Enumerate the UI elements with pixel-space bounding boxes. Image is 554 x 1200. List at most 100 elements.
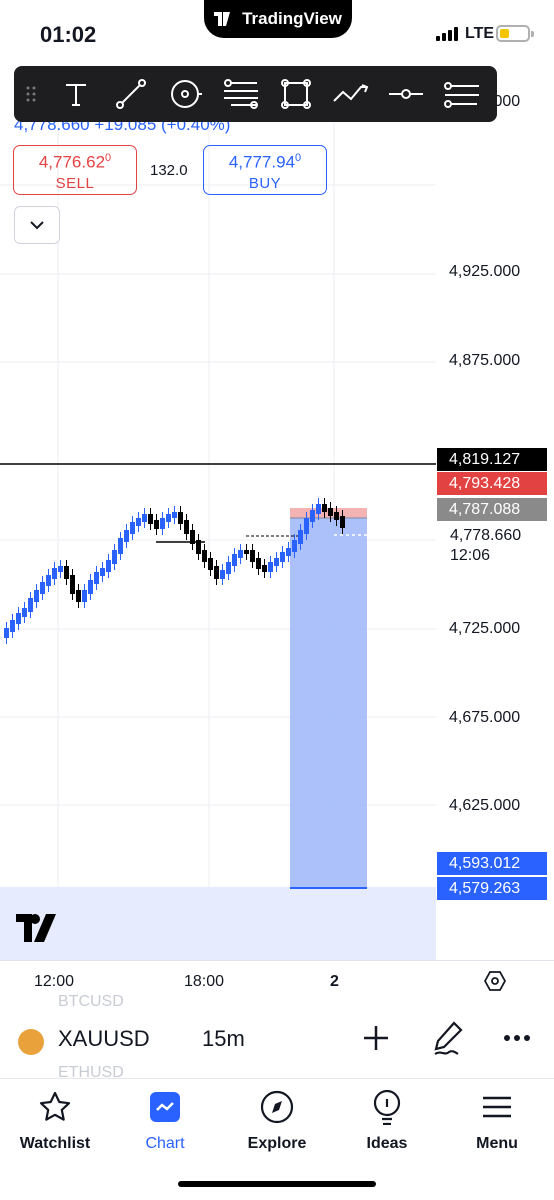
chart-icon — [150, 1092, 180, 1122]
rectangle-icon[interactable] — [268, 66, 323, 122]
signal-icon — [436, 27, 458, 41]
candle-body — [154, 520, 159, 529]
candle-body — [232, 554, 237, 566]
candle-body — [160, 518, 165, 529]
ghost-symbol: BTCUSD — [58, 993, 124, 1010]
sell-price-pip: 0 — [105, 152, 112, 164]
time-axis-label: 2 — [330, 973, 339, 990]
candle-body — [214, 566, 219, 579]
buy-price-pip: 0 — [295, 152, 302, 164]
candle-body — [328, 508, 333, 516]
candle-body — [106, 560, 111, 572]
candle-body — [340, 516, 345, 528]
candle-body — [304, 518, 309, 534]
candle-body — [310, 510, 315, 522]
drawing-pen-icon[interactable] — [432, 1020, 466, 1058]
candle-body — [250, 550, 255, 562]
candle-body — [316, 504, 321, 514]
horizontal-line-icon[interactable] — [378, 66, 433, 122]
candle-body — [292, 540, 297, 552]
candle-body — [52, 568, 57, 579]
candle-body — [16, 613, 21, 624]
candle-body — [112, 550, 117, 564]
drawing-toolbar — [14, 66, 497, 122]
lightbulb-icon — [373, 1089, 401, 1125]
tab-label: Menu — [476, 1135, 518, 1152]
sell-price: 4,776.62 — [38, 152, 106, 172]
candle-body — [46, 575, 51, 586]
candle-body — [118, 538, 123, 554]
candle-body — [142, 514, 147, 522]
sell-label: SELL — [55, 174, 95, 192]
candle-body — [130, 522, 135, 534]
candle-body — [64, 566, 69, 579]
candle-body — [190, 530, 195, 544]
countdown-label: 12:06 — [450, 547, 491, 564]
candle-body — [88, 580, 93, 594]
price-axis-label: 4,925.000 — [449, 263, 521, 280]
tab-watchlist[interactable]: Watchlist — [5, 1089, 105, 1153]
candle-body — [166, 514, 171, 522]
tab-chart[interactable]: Chart — [115, 1089, 215, 1153]
app-badge-label: TradingView — [242, 9, 342, 28]
network-label: LTE — [465, 25, 495, 42]
candle-body — [58, 566, 63, 572]
tab-label: Ideas — [366, 1135, 408, 1152]
candle-body — [256, 558, 261, 569]
candle-body — [94, 572, 99, 584]
tab-explore[interactable]: Explore — [227, 1089, 327, 1153]
menu-icon — [483, 1096, 511, 1118]
candle-body — [244, 550, 249, 554]
candle-body — [334, 512, 339, 520]
tab-menu[interactable]: Menu — [447, 1089, 547, 1153]
candle-body — [148, 514, 153, 524]
tab-label: Watchlist — [19, 1135, 91, 1152]
trend-line-icon[interactable] — [103, 66, 158, 122]
status-bar: 01:02 TradingView LTE — [0, 0, 554, 66]
candle-body — [322, 504, 327, 512]
chart-settings-icon[interactable] — [484, 970, 506, 992]
candle-body — [208, 558, 213, 570]
add-icon[interactable] — [362, 1024, 390, 1052]
more-icon[interactable] — [503, 1034, 531, 1042]
candle-body — [196, 540, 201, 554]
price-tag-target-2: 4,579.263 — [437, 877, 547, 900]
candle-body — [274, 558, 279, 566]
price-axis-label: 4,875.000 — [449, 352, 521, 369]
chart-area[interactable]: 4,975.000 4,925.000 4,875.000 4,725.000 … — [0, 93, 554, 960]
tab-label: Explore — [247, 1135, 307, 1152]
chevron-down-icon — [30, 221, 44, 230]
sell-button[interactable]: 4,776.620 SELL — [13, 145, 137, 195]
collapse-button[interactable] — [14, 206, 60, 244]
candle-body — [4, 628, 9, 638]
price-tag-target-1: 4,593.012 — [437, 852, 547, 875]
price-tag-red: 4,793.428 — [437, 472, 547, 495]
path-icon[interactable] — [323, 66, 378, 122]
buy-button[interactable]: 4,777.940 BUY — [203, 145, 327, 195]
candle-body — [124, 530, 129, 542]
symbol-name[interactable]: XAUUSD — [58, 1026, 150, 1052]
candle-body — [100, 568, 105, 576]
candle-body — [28, 598, 33, 612]
price-axis-label: 4,625.000 — [449, 797, 521, 814]
grip-icon[interactable] — [14, 85, 48, 103]
candle-body — [286, 548, 291, 556]
price-axis-label: 4,725.000 — [449, 620, 521, 637]
candle-body — [70, 575, 75, 594]
battery-icon — [496, 25, 534, 42]
tab-ideas[interactable]: Ideas — [337, 1089, 437, 1153]
candle-body — [238, 550, 243, 558]
circle-tool-icon[interactable] — [158, 66, 213, 122]
time-axis-label: 12:00 — [34, 973, 75, 990]
interval-selector[interactable]: 15m — [202, 1026, 245, 1052]
candle-body — [298, 530, 303, 544]
time-axis-label: 18:00 — [184, 973, 225, 990]
text-tool-icon[interactable] — [48, 66, 103, 122]
long-position-icon[interactable] — [433, 66, 488, 122]
tradingview-logo-icon — [214, 12, 231, 26]
candle-body — [202, 550, 207, 562]
take-profit-zone — [290, 518, 367, 888]
candle-body — [82, 590, 87, 602]
candle-body — [226, 562, 231, 574]
fib-retracement-icon[interactable] — [213, 66, 268, 122]
